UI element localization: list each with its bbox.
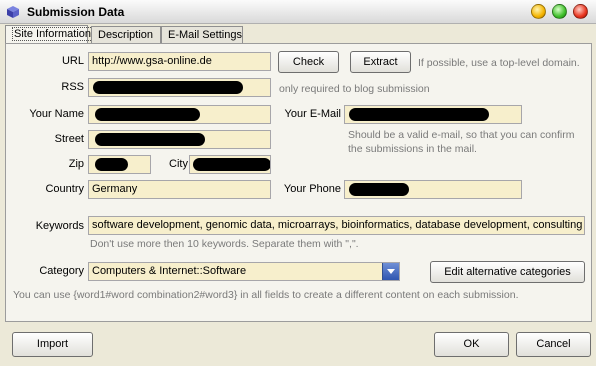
tab-site-information[interactable]: Site Information bbox=[5, 25, 94, 44]
redacted-text bbox=[95, 158, 128, 171]
country-label: Country bbox=[45, 183, 84, 195]
name-label: Your Name bbox=[29, 108, 84, 120]
footer-hint: You can use {word1#word combination2#wor… bbox=[13, 289, 519, 301]
keywords-input[interactable]: software development, genomic data, micr… bbox=[88, 216, 585, 235]
submission-data-window: Submission Data Site Information Descrip… bbox=[0, 0, 596, 366]
ok-button[interactable]: OK bbox=[434, 332, 509, 357]
dialog-button-bar: Import OK Cancel bbox=[0, 322, 596, 366]
app-cube-icon bbox=[7, 6, 19, 18]
redacted-text bbox=[193, 158, 270, 171]
close-button[interactable] bbox=[573, 4, 588, 19]
redacted-text bbox=[349, 183, 409, 196]
phone-label: Your Phone bbox=[283, 183, 341, 195]
url-hint: If possible, use a top-level domain. bbox=[418, 57, 580, 69]
redacted-text bbox=[93, 81, 243, 94]
tab-description[interactable]: Description bbox=[91, 26, 161, 43]
email-hint-line1: Should be a valid e-mail, so that you ca… bbox=[348, 129, 575, 141]
category-value: Computers & Internet::Software bbox=[92, 265, 247, 277]
country-input[interactable]: Germany bbox=[88, 180, 271, 199]
keywords-label: Keywords bbox=[35, 220, 84, 232]
minimize-button[interactable] bbox=[531, 4, 546, 19]
url-label: URL bbox=[61, 55, 84, 67]
tab-email-settings[interactable]: E-Mail Settings bbox=[161, 26, 243, 43]
check-button[interactable]: Check bbox=[278, 51, 339, 73]
keywords-hint: Don't use more then 10 keywords. Separat… bbox=[90, 238, 359, 250]
phone-input[interactable] bbox=[344, 180, 522, 199]
cancel-button[interactable]: Cancel bbox=[516, 332, 591, 357]
url-input[interactable]: http://www.gsa-online.de bbox=[88, 52, 271, 71]
import-button[interactable]: Import bbox=[12, 332, 93, 357]
city-label: City bbox=[169, 158, 188, 170]
email-label: Your E-Mail bbox=[284, 108, 341, 120]
chevron-down-icon[interactable] bbox=[382, 263, 399, 280]
rss-label: RSS bbox=[61, 81, 84, 93]
email-input[interactable] bbox=[344, 105, 522, 124]
zip-label: Zip bbox=[68, 158, 84, 170]
city-input[interactable] bbox=[189, 155, 271, 174]
site-information-panel: URL http://www.gsa-online.de Check Extra… bbox=[5, 43, 592, 322]
rss-input[interactable] bbox=[88, 78, 271, 97]
name-input[interactable] bbox=[88, 105, 271, 124]
tab-label: Site Information bbox=[12, 27, 94, 41]
redacted-text bbox=[95, 133, 205, 146]
redacted-text bbox=[349, 108, 489, 121]
extract-button[interactable]: Extract bbox=[350, 51, 411, 73]
title-bar[interactable]: Submission Data bbox=[0, 0, 596, 24]
rss-hint: only required to blog submission bbox=[279, 83, 430, 95]
street-label: Street bbox=[54, 133, 84, 145]
redacted-text bbox=[95, 108, 200, 121]
tab-label: Description bbox=[98, 29, 154, 41]
street-input[interactable] bbox=[88, 130, 271, 149]
window-title: Submission Data bbox=[27, 5, 125, 19]
zip-input[interactable] bbox=[88, 155, 151, 174]
tab-label: E-Mail Settings bbox=[168, 29, 242, 41]
category-select[interactable]: Computers & Internet::Software bbox=[88, 262, 400, 281]
maximize-button[interactable] bbox=[552, 4, 567, 19]
edit-alternative-categories-button[interactable]: Edit alternative categories bbox=[430, 261, 585, 283]
category-label: Category bbox=[39, 265, 84, 277]
email-hint-line2: the submissions in the mail. bbox=[348, 143, 477, 155]
